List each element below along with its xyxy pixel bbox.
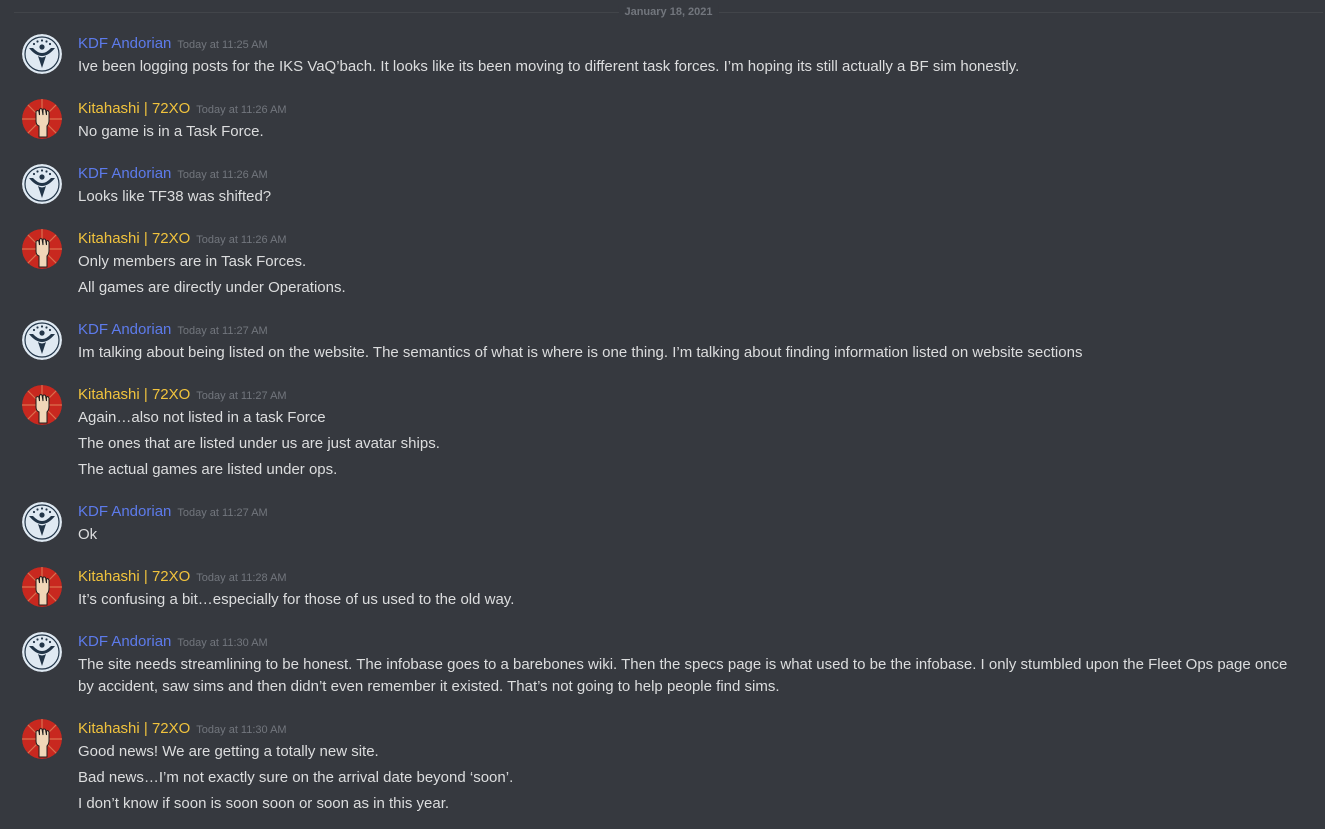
message-content: Again…also not listed in a task Force Th… <box>78 407 1295 485</box>
avatar[interactable] <box>22 164 62 204</box>
message-header: Kitahashi | 72XO Today at 11:26 AM <box>78 229 287 249</box>
andorian-emblem-icon <box>22 502 62 542</box>
username[interactable]: KDF Andorian <box>78 633 171 650</box>
timestamp[interactable]: Today at 11:30 AM <box>177 637 267 649</box>
timestamp[interactable]: Today at 11:27 AM <box>196 390 286 402</box>
message-line: Good news! We are getting a totally new … <box>78 743 379 760</box>
raised-fist-icon <box>22 229 62 269</box>
avatar[interactable] <box>22 567 62 607</box>
message-line: It’s confusing a bit…especially for thos… <box>78 591 515 608</box>
message-content: Looks like TF38 was shifted? <box>78 186 1295 212</box>
message-line: Only members are in Task Forces. <box>78 253 307 270</box>
message-content: The site needs streamlining to be honest… <box>78 654 1295 702</box>
avatar[interactable] <box>22 502 62 542</box>
message-header: KDF Andorian Today at 11:27 AM <box>78 320 268 340</box>
username[interactable]: Kitahashi | 72XO <box>78 720 190 737</box>
message-header: KDF Andorian Today at 11:27 AM <box>78 502 268 522</box>
timestamp[interactable]: Today at 11:30 AM <box>196 724 286 736</box>
message-line: The actual games are listed under ops. <box>78 461 338 478</box>
raised-fist-icon <box>22 719 62 759</box>
message-line: The site needs streamlining to be honest… <box>78 656 1288 695</box>
avatar[interactable] <box>22 320 62 360</box>
message-line: The ones that are listed under us are ju… <box>78 435 440 452</box>
message-content: Ive been logging posts for the IKS VaQ’b… <box>78 56 1295 82</box>
message-content: It’s confusing a bit…especially for thos… <box>78 589 1295 615</box>
message-line: Looks like TF38 was shifted? <box>78 188 272 205</box>
timestamp[interactable]: Today at 11:26 AM <box>196 104 286 116</box>
message-line: Ok <box>78 526 98 543</box>
avatar[interactable] <box>22 719 62 759</box>
username[interactable]: Kitahashi | 72XO <box>78 230 190 247</box>
message-content: Only members are in Task Forces. All gam… <box>78 251 1295 303</box>
message-line: Im talking about being listed on the web… <box>78 344 1083 361</box>
message-line: Bad news…I’m not exactly sure on the arr… <box>78 769 514 786</box>
message-header: KDF Andorian Today at 11:30 AM <box>78 632 268 652</box>
username[interactable]: Kitahashi | 72XO <box>78 568 190 585</box>
andorian-emblem-icon <box>22 632 62 672</box>
message-line: Ive been logging posts for the IKS VaQ’b… <box>78 58 1020 75</box>
message-header: Kitahashi | 72XO Today at 11:27 AM <box>78 385 287 405</box>
andorian-emblem-icon <box>22 164 62 204</box>
username[interactable]: Kitahashi | 72XO <box>78 100 190 117</box>
timestamp[interactable]: Today at 11:27 AM <box>177 325 267 337</box>
message-header: Kitahashi | 72XO Today at 11:30 AM <box>78 719 287 739</box>
raised-fist-icon <box>22 99 62 139</box>
username[interactable]: Kitahashi | 72XO <box>78 386 190 403</box>
avatar[interactable] <box>22 229 62 269</box>
andorian-emblem-icon <box>22 34 62 74</box>
message-content: Good news! We are getting a totally new … <box>78 741 1295 819</box>
username[interactable]: KDF Andorian <box>78 165 171 182</box>
andorian-emblem-icon <box>22 320 62 360</box>
message-line: No game is in a Task Force. <box>78 123 264 140</box>
avatar[interactable] <box>22 99 62 139</box>
message-header: Kitahashi | 72XO Today at 11:28 AM <box>78 567 287 587</box>
avatar[interactable] <box>22 385 62 425</box>
message-line: I don’t know if soon is soon soon or soo… <box>78 795 450 812</box>
message-content: Ok <box>78 524 1295 550</box>
timestamp[interactable]: Today at 11:26 AM <box>196 234 286 246</box>
username[interactable]: KDF Andorian <box>78 321 171 338</box>
avatar[interactable] <box>22 34 62 74</box>
message-header: KDF Andorian Today at 11:26 AM <box>78 164 268 184</box>
username[interactable]: KDF Andorian <box>78 503 171 520</box>
timestamp[interactable]: Today at 11:27 AM <box>177 507 267 519</box>
date-divider-label: January 18, 2021 <box>618 5 719 19</box>
date-divider: January 18, 2021 <box>14 5 1323 19</box>
message-header: Kitahashi | 72XO Today at 11:26 AM <box>78 99 287 119</box>
timestamp[interactable]: Today at 11:25 AM <box>177 39 267 51</box>
timestamp[interactable]: Today at 11:28 AM <box>196 572 286 584</box>
message-header: KDF Andorian Today at 11:25 AM <box>78 34 268 54</box>
message-content: No game is in a Task Force. <box>78 121 1295 147</box>
avatar[interactable] <box>22 632 62 672</box>
message-content: Im talking about being listed on the web… <box>78 342 1295 368</box>
raised-fist-icon <box>22 385 62 425</box>
timestamp[interactable]: Today at 11:26 AM <box>177 169 267 181</box>
chat-messages: January 18, 2021 KDF Andorian Today at 11… <box>0 0 1325 829</box>
raised-fist-icon <box>22 567 62 607</box>
username[interactable]: KDF Andorian <box>78 35 171 52</box>
message-line: Again…also not listed in a task Force <box>78 409 326 426</box>
message-line: All games are directly under Operations. <box>78 279 346 296</box>
